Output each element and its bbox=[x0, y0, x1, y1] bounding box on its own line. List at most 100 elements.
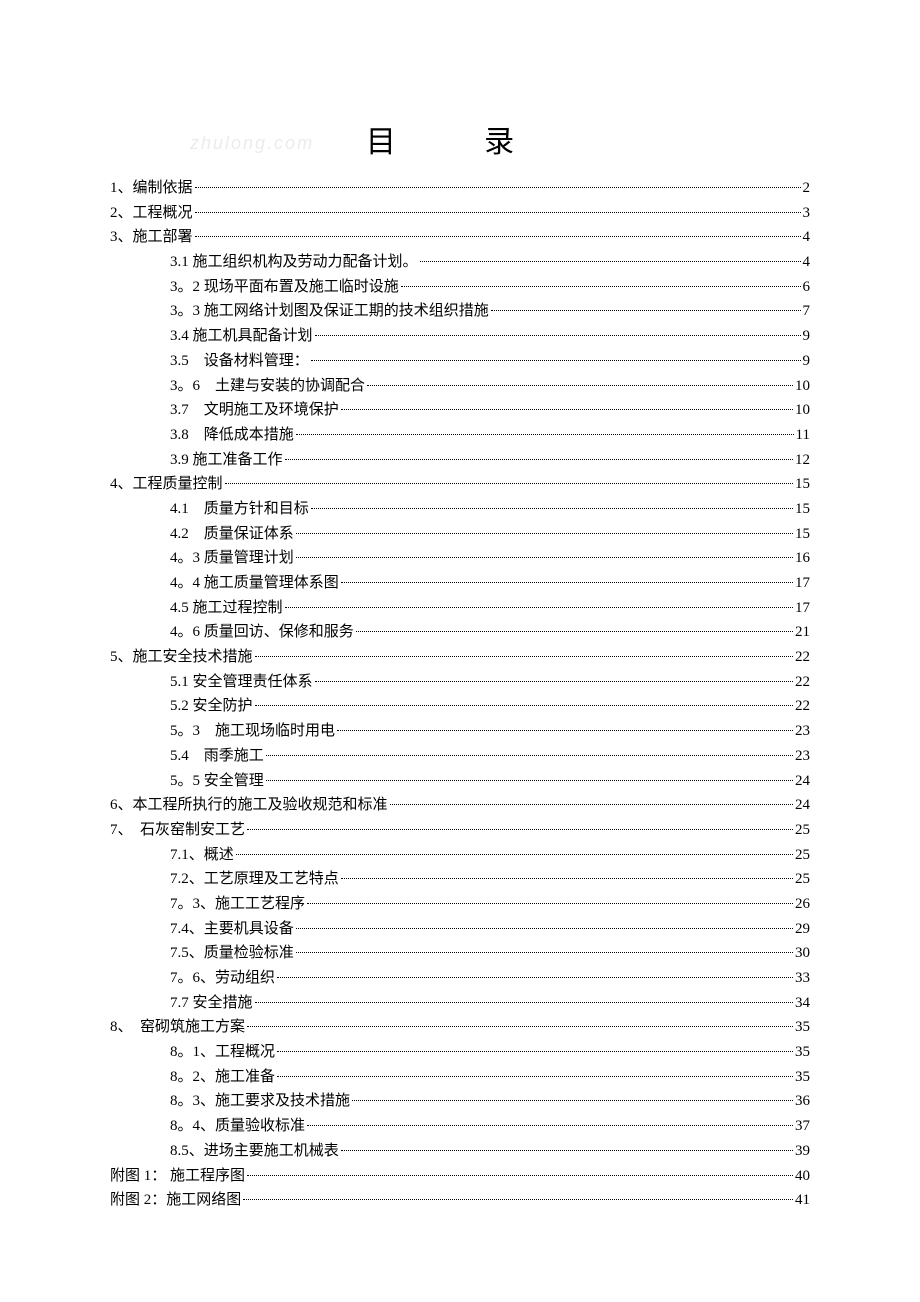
toc-row: 3.7 文明施工及环境保护 10 bbox=[110, 399, 810, 422]
watermark-text: zhulong.com bbox=[190, 130, 314, 157]
toc-leader-dots bbox=[277, 1051, 793, 1052]
toc-label: 4.1 质量方针和目标 bbox=[170, 498, 309, 521]
toc-label: 5。3 施工现场临时用电 bbox=[170, 720, 335, 743]
toc-row: 7、 石灰窑制安工艺25 bbox=[110, 819, 810, 842]
toc-leader-dots bbox=[236, 854, 793, 855]
toc-label: 7.5、质量检验标准 bbox=[170, 942, 294, 965]
toc-row: 4。6 质量回访、保修和服务21 bbox=[110, 621, 810, 644]
toc-leader-dots bbox=[255, 1002, 793, 1003]
toc-leader-dots bbox=[341, 878, 793, 879]
toc-label: 5。5 安全管理 bbox=[170, 770, 264, 793]
toc-row: 5、施工安全技术措施22 bbox=[110, 646, 810, 669]
toc-row: 5。3 施工现场临时用电23 bbox=[110, 720, 810, 743]
toc-label: 3。2 现场平面布置及施工临时设施 bbox=[170, 276, 399, 299]
toc-row: 8。2、施工准备35 bbox=[110, 1066, 810, 1089]
toc-row: 7.4、主要机具设备29 bbox=[110, 918, 810, 941]
toc-page-number: 3 bbox=[803, 202, 811, 225]
toc-page-number: 17 bbox=[795, 572, 810, 595]
toc-label: 3.9 施工准备工作 bbox=[170, 449, 283, 472]
toc-label: 8。1、工程概况 bbox=[170, 1041, 275, 1064]
toc-page-number: 33 bbox=[795, 967, 810, 990]
toc-label: 3.4 施工机具配备计划 bbox=[170, 325, 313, 348]
toc-leader-dots bbox=[341, 582, 793, 583]
toc-label: 3.7 文明施工及环境保护 bbox=[170, 399, 339, 422]
toc-row: 附图 2：施工网络图 41 bbox=[110, 1189, 810, 1212]
toc-page-number: 15 bbox=[795, 473, 810, 496]
toc-label: 1、编制依据 bbox=[110, 177, 193, 200]
toc-label: 3。3 施工网络计划图及保证工期的技术组织措施 bbox=[170, 300, 489, 323]
toc-leader-dots bbox=[296, 557, 793, 558]
toc-label: 5.4 雨季施工 bbox=[170, 745, 264, 768]
toc-leader-dots bbox=[390, 804, 793, 805]
toc-leader-dots bbox=[255, 705, 793, 706]
toc-row: 5.1 安全管理责任体系22 bbox=[110, 671, 810, 694]
toc-row: 4、工程质量控制 15 bbox=[110, 473, 810, 496]
toc-page-number: 2 bbox=[803, 177, 811, 200]
toc-page-number: 10 bbox=[795, 399, 810, 422]
toc-leader-dots bbox=[311, 360, 801, 361]
toc-row: 3。3 施工网络计划图及保证工期的技术组织措施7 bbox=[110, 300, 810, 323]
toc-label: 4.2 质量保证体系 bbox=[170, 523, 294, 546]
toc-row: 3.9 施工准备工作 12 bbox=[110, 449, 810, 472]
toc-row: 8.5、进场主要施工机械表39 bbox=[110, 1140, 810, 1163]
toc-page-number: 21 bbox=[795, 621, 810, 644]
toc-row: 4.5 施工过程控制17 bbox=[110, 597, 810, 620]
toc-leader-dots bbox=[341, 409, 793, 410]
toc-row: 8。3、施工要求及技术措施36 bbox=[110, 1090, 810, 1113]
toc-label: 8。2、施工准备 bbox=[170, 1066, 275, 1089]
toc-label: 附图 2：施工网络图 bbox=[110, 1189, 241, 1212]
toc-row: 5.4 雨季施工23 bbox=[110, 745, 810, 768]
toc-page-number: 36 bbox=[795, 1090, 810, 1113]
toc-page-number: 35 bbox=[795, 1041, 810, 1064]
toc-page-number: 25 bbox=[795, 844, 810, 867]
toc-leader-dots bbox=[195, 236, 801, 237]
table-of-contents: 1、编制依据22、工程概况33、施工部署43.1 施工组织机构及劳动力配备计划。… bbox=[110, 177, 810, 1212]
toc-row: 4.1 质量方针和目标15 bbox=[110, 498, 810, 521]
toc-page-number: 12 bbox=[795, 449, 810, 472]
toc-leader-dots bbox=[367, 385, 793, 386]
toc-row: 3、施工部署4 bbox=[110, 226, 810, 249]
toc-leader-dots bbox=[296, 434, 794, 435]
toc-leader-dots bbox=[311, 508, 793, 509]
toc-page-number: 17 bbox=[795, 597, 810, 620]
toc-label: 8、 窑砌筑施工方案 bbox=[110, 1016, 245, 1039]
toc-label: 4、工程质量控制 bbox=[110, 473, 223, 496]
toc-page-number: 25 bbox=[795, 868, 810, 891]
toc-row: 3.8 降低成本措施11 bbox=[110, 424, 810, 447]
toc-leader-dots bbox=[285, 459, 793, 460]
toc-page-number: 40 bbox=[795, 1165, 810, 1188]
toc-label: 5.2 安全防护 bbox=[170, 695, 253, 718]
toc-page-number: 30 bbox=[795, 942, 810, 965]
toc-label: 7.4、主要机具设备 bbox=[170, 918, 294, 941]
toc-label: 附图 1： 施工程序图 bbox=[110, 1165, 245, 1188]
toc-label: 4。3 质量管理计划 bbox=[170, 547, 294, 570]
toc-leader-dots bbox=[356, 631, 793, 632]
toc-leader-dots bbox=[296, 533, 793, 534]
toc-page-number: 16 bbox=[795, 547, 810, 570]
toc-row: 3。6 土建与安装的协调配合10 bbox=[110, 375, 810, 398]
toc-leader-dots bbox=[195, 187, 801, 188]
toc-leader-dots bbox=[315, 335, 801, 336]
toc-row: 7.7 安全措施34 bbox=[110, 992, 810, 1015]
toc-label: 7。3、施工工艺程序 bbox=[170, 893, 305, 916]
toc-page-number: 24 bbox=[795, 794, 810, 817]
toc-page-number: 41 bbox=[795, 1189, 810, 1212]
toc-leader-dots bbox=[195, 212, 801, 213]
toc-leader-dots bbox=[491, 310, 801, 311]
toc-row: 4。4 施工质量管理体系图17 bbox=[110, 572, 810, 595]
toc-leader-dots bbox=[307, 1125, 793, 1126]
toc-page-number: 34 bbox=[795, 992, 810, 1015]
toc-page-number: 15 bbox=[795, 523, 810, 546]
toc-label: 8.5、进场主要施工机械表 bbox=[170, 1140, 339, 1163]
toc-leader-dots bbox=[285, 607, 793, 608]
toc-label: 6、本工程所执行的施工及验收规范和标准 bbox=[110, 794, 388, 817]
toc-label: 7。6、劳动组织 bbox=[170, 967, 275, 990]
toc-leader-dots bbox=[341, 1150, 793, 1151]
toc-label: 3、施工部署 bbox=[110, 226, 193, 249]
toc-row: 3.4 施工机具配备计划9 bbox=[110, 325, 810, 348]
toc-leader-dots bbox=[307, 903, 793, 904]
toc-page-number: 4 bbox=[803, 251, 811, 274]
toc-label: 2、工程概况 bbox=[110, 202, 193, 225]
toc-leader-dots bbox=[296, 952, 793, 953]
toc-page-number: 9 bbox=[803, 350, 811, 373]
